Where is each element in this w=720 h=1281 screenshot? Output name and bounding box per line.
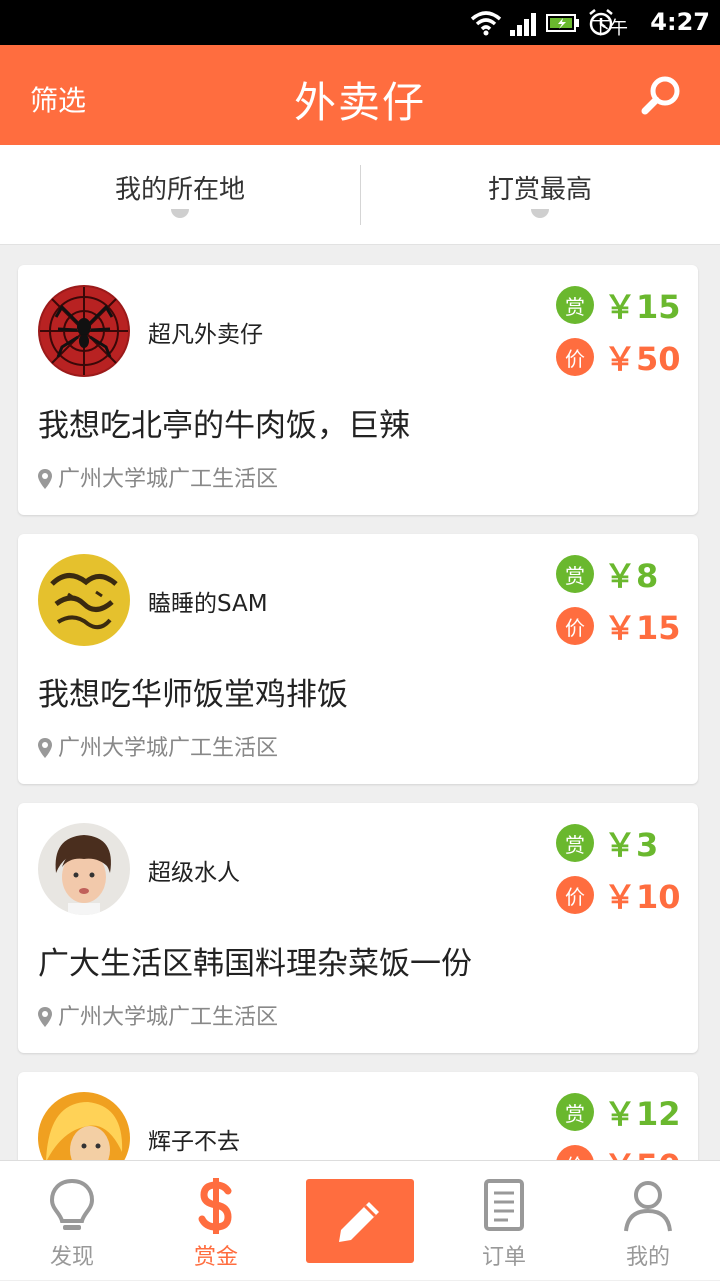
compose-button[interactable]: [306, 1179, 414, 1263]
price-badge: 价: [556, 338, 594, 376]
order-description: 我想吃北亭的牛肉饭，巨辣: [38, 408, 410, 444]
price-amount: ￥15: [604, 609, 681, 647]
tab-discover[interactable]: 发现: [0, 1161, 144, 1281]
price-badge: 价: [556, 607, 594, 645]
price-amount: ￥50: [604, 1141, 681, 1160]
username: 辉子不去: [148, 1129, 240, 1155]
signal-icon: [510, 13, 536, 36]
tab-label: 我的所在地: [114, 175, 245, 205]
reward-amount: ￥3: [604, 826, 659, 864]
avatar: [38, 823, 130, 915]
tab-label: 发现: [49, 1245, 94, 1270]
reward-row: 赏 ￥15: [556, 285, 681, 326]
reward-row: 赏 ￥3: [556, 823, 659, 864]
price-row: 价 ￥10: [556, 875, 681, 916]
location-text: 广州大学城广工生活区: [58, 1005, 279, 1030]
dropdown-indicator-icon: [531, 209, 549, 218]
location-text: 广州大学城广工生活区: [58, 467, 279, 492]
clock-time: 4:27: [650, 8, 710, 36]
tab-label: 订单: [481, 1245, 526, 1270]
reward-row: 赏 ￥12: [556, 1092, 681, 1133]
tab-orders[interactable]: 订单: [432, 1161, 576, 1281]
list-item[interactable]: 辉子不去 赏 ￥12 价 ￥50: [18, 1072, 698, 1160]
tab-reward[interactable]: 赏金: [144, 1161, 288, 1281]
search-icon[interactable]: [640, 73, 684, 117]
ampm-text: 下午: [592, 18, 628, 39]
price-row: 价 ￥15: [556, 606, 681, 647]
reward-amount: ￥8: [604, 557, 659, 595]
order-description: 我想吃华师饭堂鸡排饭: [38, 677, 348, 713]
document-icon: [484, 1179, 524, 1231]
avatar: [38, 285, 130, 377]
bottom-tab-bar: 发现 赏金 订单 我的: [0, 1160, 720, 1280]
avatar: [38, 554, 130, 646]
tab-label: 赏金: [193, 1245, 238, 1270]
location-row: 广州大学城广工生活区: [38, 730, 278, 762]
page-title: 外卖仔: [293, 78, 426, 127]
filter-tabs: 我的所在地 打赏最高: [0, 145, 720, 245]
dropdown-indicator-icon: [171, 209, 189, 218]
tab-highest-reward[interactable]: 打赏最高: [360, 145, 720, 245]
reward-row: 赏 ￥8: [556, 554, 659, 595]
price-amount: ￥50: [604, 340, 681, 378]
username: 瞌睡的SAM: [148, 591, 268, 617]
order-description: 广大生活区韩国料理杂菜饭一份: [38, 946, 472, 982]
avatar: [38, 1092, 130, 1160]
reward-amount: ￥12: [604, 1095, 681, 1133]
price-amount: ￥10: [604, 878, 681, 916]
tab-me[interactable]: 我的: [576, 1161, 720, 1281]
order-list: 超凡外卖仔 赏 ￥15 价 ￥50 我想吃北亭的牛肉饭，巨辣 广州大学城广工生活…: [0, 245, 720, 1160]
location-pin-icon: [38, 1007, 52, 1027]
location-row: 广州大学城广工生活区: [38, 999, 278, 1031]
reward-badge: 赏: [556, 1093, 594, 1131]
app-header: 筛选 外卖仔: [0, 45, 720, 145]
price-badge: 价: [556, 1145, 594, 1160]
price-row: 价 ￥50: [556, 337, 681, 378]
list-item[interactable]: 超凡外卖仔 赏 ￥15 价 ￥50 我想吃北亭的牛肉饭，巨辣 广州大学城广工生活…: [18, 265, 698, 515]
battery-icon: [546, 14, 579, 32]
price-row: 价 ￥50: [556, 1144, 681, 1160]
price-badge: 价: [556, 876, 594, 914]
username: 超凡外卖仔: [148, 322, 263, 348]
tab-label: 我的: [625, 1245, 670, 1270]
username: 超级水人: [148, 860, 240, 886]
dollar-icon: [198, 1178, 232, 1234]
lightbulb-icon: [49, 1178, 95, 1230]
list-item[interactable]: 瞌睡的SAM 赏 ￥8 价 ￥15 我想吃华师饭堂鸡排饭 广州大学城广工生活区: [18, 534, 698, 784]
wifi-icon: [470, 11, 502, 36]
reward-badge: 赏: [556, 824, 594, 862]
pencil-icon: [339, 1202, 379, 1242]
tab-my-location[interactable]: 我的所在地: [0, 145, 360, 245]
location-row: 广州大学城广工生活区: [38, 461, 278, 493]
list-item[interactable]: 超级水人 赏 ￥3 价 ￥10 广大生活区韩国料理杂菜饭一份 广州大学城广工生活…: [18, 803, 698, 1053]
location-pin-icon: [38, 469, 52, 489]
person-icon: [624, 1181, 672, 1232]
reward-badge: 赏: [556, 555, 594, 593]
tab-label: 打赏最高: [487, 175, 592, 205]
reward-badge: 赏: [556, 286, 594, 324]
location-text: 广州大学城广工生活区: [58, 736, 279, 761]
reward-amount: ￥15: [604, 288, 681, 326]
status-bar: 下午 4:27: [0, 0, 720, 45]
location-pin-icon: [38, 738, 52, 758]
